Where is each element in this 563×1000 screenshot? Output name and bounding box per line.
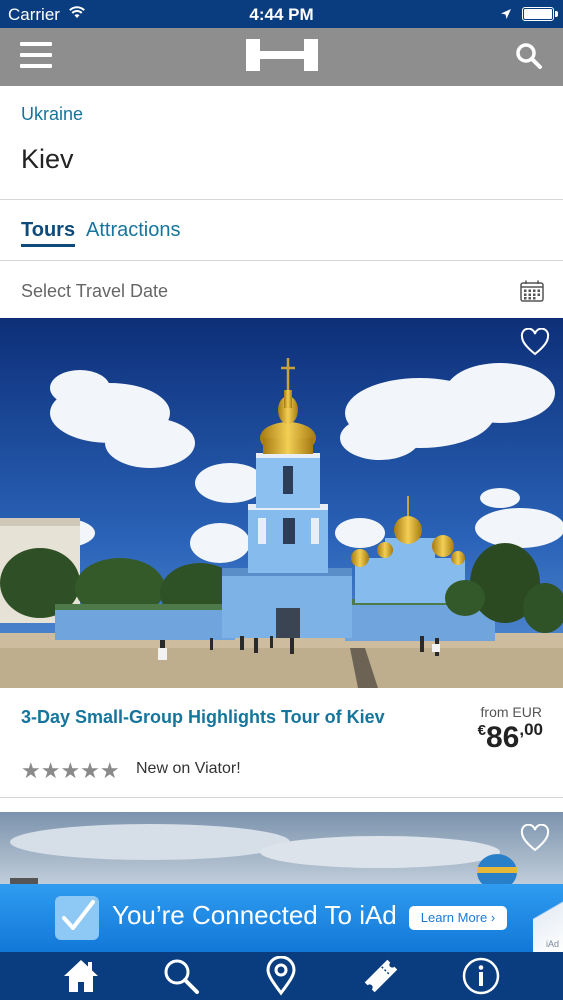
- breadcrumb-country[interactable]: Ukraine: [21, 104, 83, 125]
- chevron-right-icon: ›: [490, 910, 496, 925]
- search-icon[interactable]: [514, 41, 544, 76]
- learn-more-button[interactable]: Learn More ›: [409, 906, 507, 930]
- favorite-heart-icon-2[interactable]: [520, 823, 550, 857]
- review-text: New on Viator!: [136, 760, 241, 777]
- calendar-icon[interactable]: [520, 280, 544, 307]
- menu-icon[interactable]: [20, 42, 52, 72]
- home-icon[interactable]: [61, 956, 101, 996]
- price-prefix: from EUR: [480, 704, 542, 720]
- bottom-tab-bar: [0, 952, 563, 1000]
- destination-header: Ukraine Kiev: [0, 86, 563, 200]
- tour-title[interactable]: 3-Day Small-Group Highlights Tour of Kie…: [21, 704, 401, 730]
- price-decimal: ,00: [519, 720, 543, 739]
- tab-bar-top: Tours Attractions: [0, 201, 563, 261]
- rating-stars: ★★★★★: [21, 758, 120, 783]
- navigation-bar: [0, 28, 563, 86]
- tab-tours[interactable]: Tours: [21, 219, 76, 247]
- tour-photo-2[interactable]: [0, 812, 563, 888]
- clock: 4:44 PM: [249, 5, 314, 24]
- favorite-heart-icon[interactable]: [520, 327, 550, 361]
- tour-photo[interactable]: [0, 318, 563, 688]
- ad-text: You’re Connected To iAd: [112, 900, 397, 930]
- search-tab-icon[interactable]: [161, 956, 201, 996]
- location-arrow-icon: [500, 7, 512, 25]
- tour-card[interactable]: 3-Day Small-Group Highlights Tour of Kie…: [0, 688, 563, 798]
- info-icon[interactable]: [461, 956, 501, 996]
- hotel-logo[interactable]: [246, 39, 318, 76]
- iad-banner[interactable]: You’re Connected To iAd Learn More › iAd: [0, 884, 563, 952]
- ticket-icon[interactable]: [361, 956, 401, 996]
- price-currency: €: [477, 722, 486, 739]
- status-bar: Carrier 4:44 PM: [0, 0, 563, 28]
- learn-more-label: Learn More: [420, 910, 488, 925]
- travel-date-selector[interactable]: Select Travel Date: [0, 262, 563, 318]
- battery-icon: [522, 7, 558, 21]
- tour-price: €86,00: [478, 720, 543, 755]
- checkmark-icon: [55, 896, 99, 940]
- tab-attractions[interactable]: Attractions: [86, 219, 180, 242]
- location-pin-icon[interactable]: [261, 955, 301, 996]
- iad-badge: iAd: [545, 939, 559, 949]
- page-title: Kiev: [21, 144, 74, 174]
- price-integer: 86: [485, 721, 520, 754]
- travel-date-label: Select Travel Date: [21, 281, 169, 301]
